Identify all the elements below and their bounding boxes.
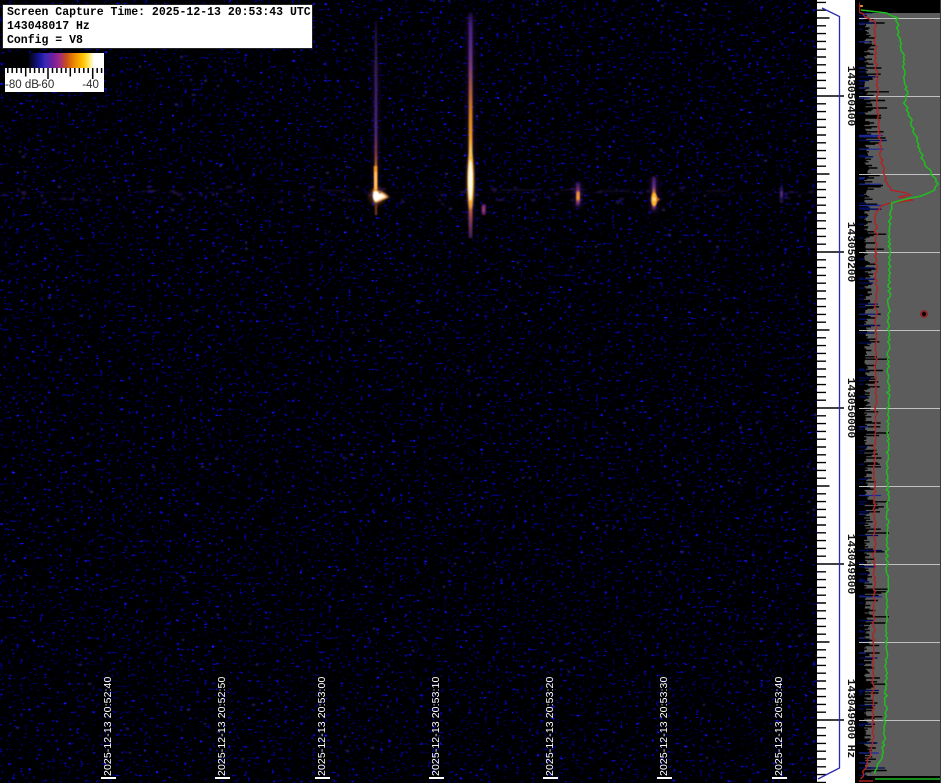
svg-text:143050000: 143050000 [844,378,856,439]
svg-text:143050200: 143050200 [844,222,856,283]
svg-text:143050400: 143050400 [844,66,856,127]
svg-text:Hz: Hz [844,745,856,758]
svg-text:143049600: 143049600 [844,679,856,740]
svg-text:143049800: 143049800 [844,534,856,595]
